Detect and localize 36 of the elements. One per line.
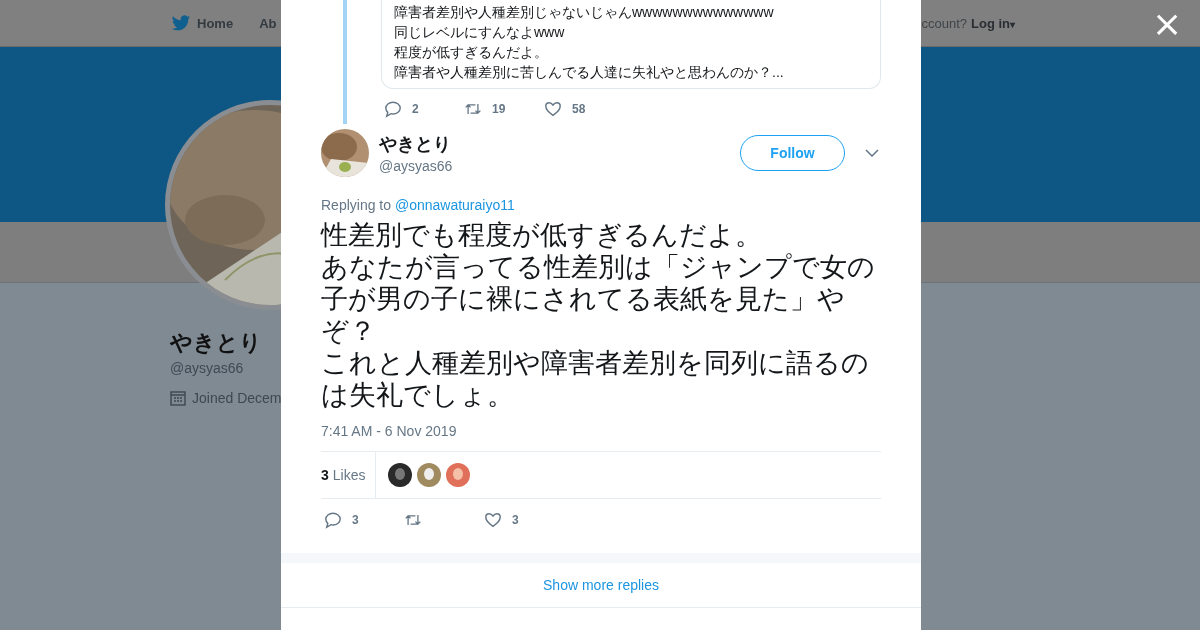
nav-link[interactable]: Ab xyxy=(259,14,277,32)
author-name[interactable]: やきとり xyxy=(379,132,740,156)
profile-handle: @aysyas66 xyxy=(170,360,244,376)
author-handle[interactable]: @aysyas66 xyxy=(379,158,740,174)
reply-icon[interactable] xyxy=(324,511,342,529)
quoted-text-line: 障害者差別や人種差別じゃないじゃんwwwwwwwwwwwwww xyxy=(394,3,775,22)
quoted-text-line: 障害者や人種差別に苦しんでる人達に失礼やと思わんのか？... xyxy=(394,63,785,82)
action-count: 19 xyxy=(492,102,506,116)
quoted-text-line: 程度が低すぎるんだよ。 xyxy=(394,43,549,62)
profile-name: やきとり xyxy=(170,329,262,357)
quoted-text-line: 同じレベルにすんなよwww xyxy=(394,23,566,42)
action-count: 2 xyxy=(412,102,419,116)
follow-button[interactable]: Follow xyxy=(740,135,845,171)
chevron-down-icon[interactable] xyxy=(865,149,879,157)
likes-count[interactable]: 3 Likes xyxy=(321,452,377,498)
calendar-icon xyxy=(170,390,186,406)
account-prompt: ccount? xyxy=(921,15,967,31)
tweet-text: 性差別でも程度が低すぎるんだよ。 xyxy=(321,219,763,251)
tweet-text: これと人種差別や障害者差別を同列に語るのは失礼でしょ。 xyxy=(321,347,870,411)
action-count: 58 xyxy=(572,102,586,116)
action-count: 3 xyxy=(352,513,359,527)
heart-icon[interactable] xyxy=(544,100,562,118)
joined-date: Joined Decem xyxy=(192,390,282,406)
close-button[interactable]: × xyxy=(1152,6,1183,42)
heart-icon[interactable] xyxy=(484,511,502,529)
replying-to-text: Replying to @onnawaturaiyo11 xyxy=(321,197,516,213)
login-link[interactable]: Log in▾ xyxy=(971,15,1015,31)
nav-link[interactable]: Home xyxy=(171,14,234,32)
bird-icon xyxy=(171,14,191,32)
quoted-tweet-card[interactable]: 障害者差別や人種差別じゃないじゃんwwwwwwwwwwwwww 同じレベルにすんなよwww 程度が低すぎるんだよ。 障害者や人種差別に苦しんでる人達に失礼やと思わんのか？... xyxy=(381,0,881,89)
action-count: 3 xyxy=(512,513,519,527)
show-more-replies-link[interactable]: Show more replies xyxy=(281,563,921,608)
mention-link[interactable]: @onnawaturaiyo11 xyxy=(394,197,515,213)
tweet-timestamp: 7:41 AM - 6 Nov 2019 xyxy=(321,423,458,439)
reply-icon[interactable] xyxy=(384,100,402,118)
tweet-text: あなたが言ってる性差別は「ジャンプで女の子が男の子に裸にされてる表紙を見た」やぞ？ xyxy=(321,251,876,347)
